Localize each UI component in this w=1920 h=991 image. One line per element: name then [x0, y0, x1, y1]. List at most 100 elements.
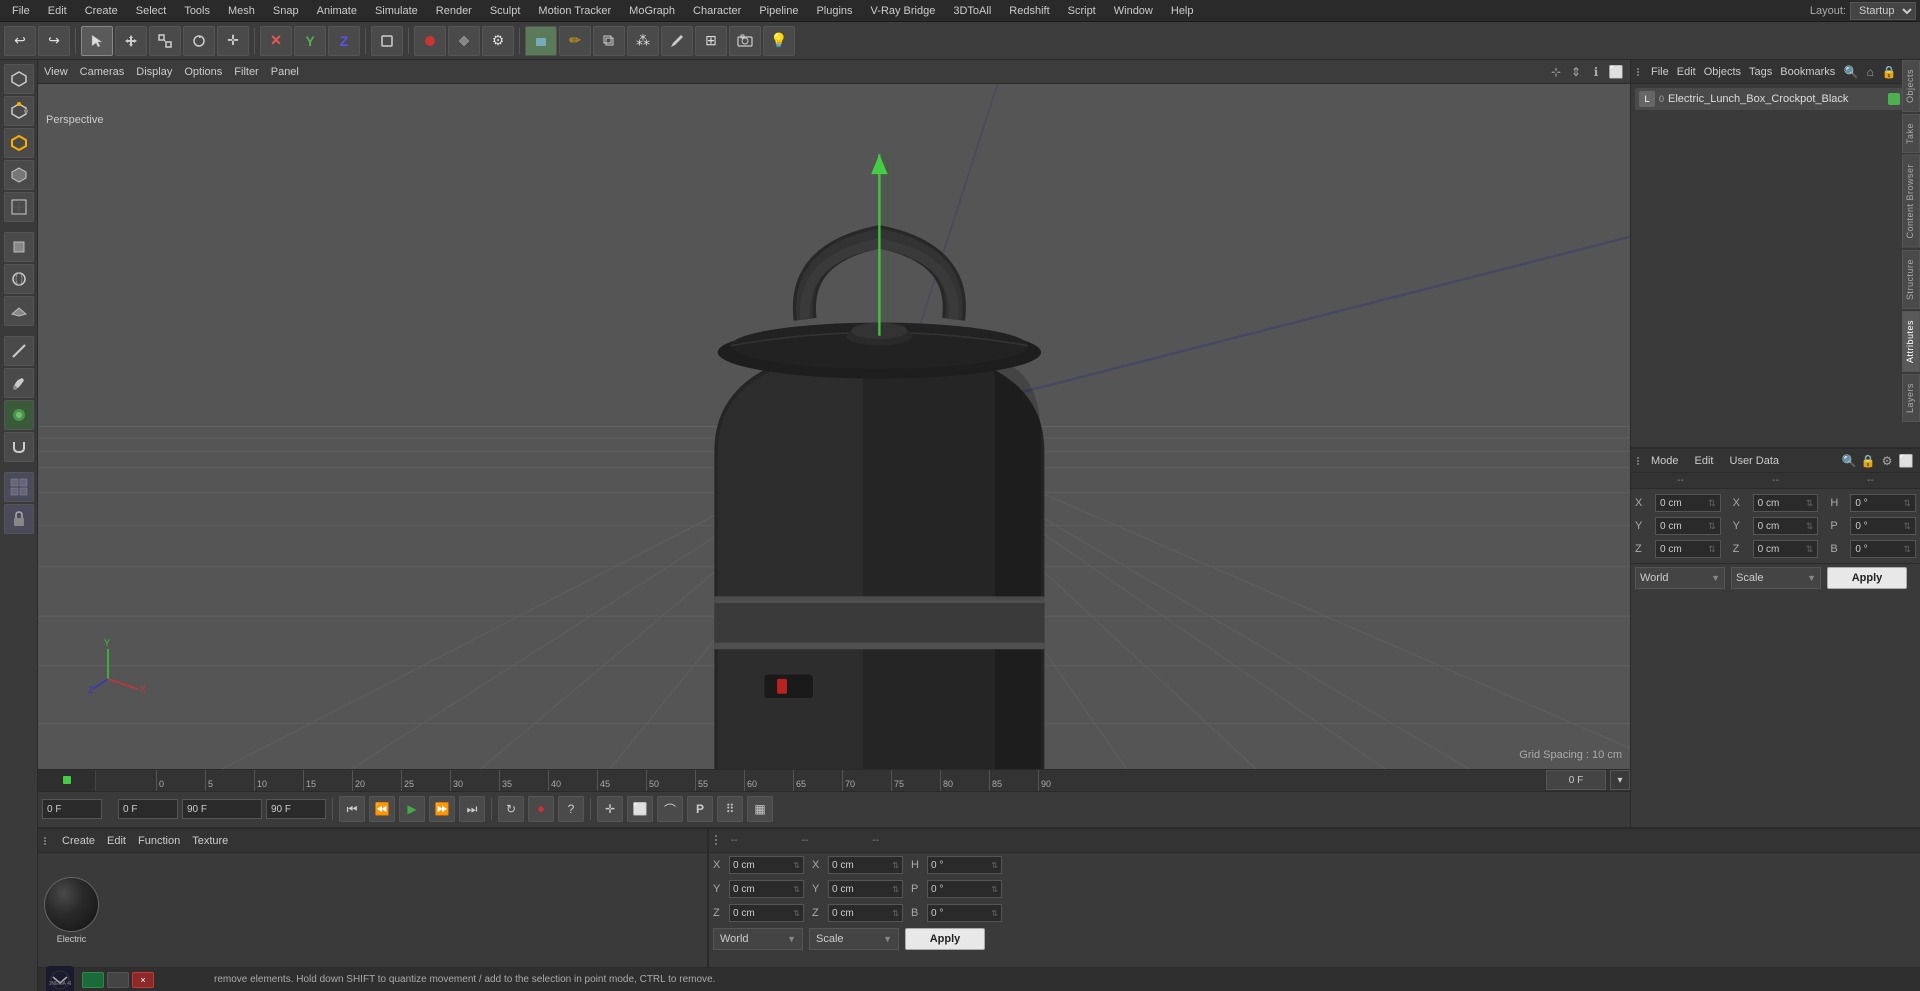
menu-simulate[interactable]: Simulate [367, 3, 426, 19]
attr-h-rot-input[interactable]: 0 ° ⇅ [1850, 494, 1916, 512]
record-button[interactable] [414, 26, 446, 56]
viewport-display-menu[interactable]: Display [136, 66, 172, 78]
side-tab-objects[interactable]: Objects [1902, 60, 1920, 112]
frame-step-button[interactable]: ▾ [1610, 770, 1630, 790]
transform-tool-button[interactable]: ✛ [217, 26, 249, 56]
sidebar-mode-object[interactable] [4, 64, 34, 94]
redo-button[interactable]: ↪ [38, 26, 70, 56]
viewport-options-menu[interactable]: Options [184, 66, 222, 78]
p-button[interactable]: P [687, 796, 713, 822]
attr-stepper-y[interactable]: ⇅ [1708, 521, 1716, 532]
menu-window[interactable]: Window [1106, 3, 1161, 19]
menu-animate[interactable]: Animate [309, 3, 365, 19]
menu-help[interactable]: Help [1163, 3, 1202, 19]
z-axis-button[interactable]: Z [328, 26, 360, 56]
end-frame-input[interactable]: 90 F [182, 799, 262, 819]
undo-button[interactable]: ↩ [4, 26, 36, 56]
close-button[interactable]: × [132, 972, 154, 988]
menu-render[interactable]: Render [428, 3, 480, 19]
side-tab-layers[interactable]: Layers [1902, 374, 1920, 422]
goto-end-button[interactable]: ⏭ [459, 796, 485, 822]
bar-chart-button[interactable]: ▦ [747, 796, 773, 822]
side-tab-content[interactable]: Content Browser [1902, 155, 1920, 248]
objects-menu[interactable]: Objects [1704, 66, 1741, 78]
bookmarks-menu[interactable]: Bookmarks [1780, 66, 1835, 78]
menu-mograph[interactable]: MoGraph [621, 3, 683, 19]
attr-stepper-b[interactable]: ⇅ [1903, 544, 1911, 555]
coord-x-size[interactable]: 0 cm ⇅ [828, 856, 903, 874]
attr-settings-icon[interactable]: ⚙ [1879, 453, 1895, 469]
paint-button[interactable]: ✏ [559, 26, 591, 56]
side-tab-take[interactable]: Take [1902, 114, 1920, 153]
move-tool-button[interactable] [115, 26, 147, 56]
material-create-menu[interactable]: Create [62, 835, 95, 847]
menu-snap[interactable]: Snap [265, 3, 307, 19]
timeline-ruler-marks[interactable]: 0 5 10 15 20 25 30 35 40 45 50 [96, 770, 1087, 791]
coord-h-rot[interactable]: 0 ° ⇅ [927, 856, 1002, 874]
menu-character[interactable]: Character [685, 3, 749, 19]
attributes-edit-menu[interactable]: Edit [1695, 455, 1714, 467]
sidebar-uv-edit[interactable] [4, 192, 34, 222]
side-tab-structure[interactable]: Structure [1902, 250, 1920, 309]
apply-btn-bottom[interactable]: Apply [905, 928, 985, 950]
coord-y-size[interactable]: 0 cm ⇅ [828, 880, 903, 898]
attr-expand-icon[interactable]: ⬜ [1898, 453, 1914, 469]
brush-button[interactable] [661, 26, 693, 56]
menu-motiontracker[interactable]: Motion Tracker [530, 3, 619, 19]
coord-z-pos[interactable]: 0 cm ⇅ [729, 904, 804, 922]
coord-x-pos[interactable]: 0 cm ⇅ [729, 856, 804, 874]
menu-tools[interactable]: Tools [176, 3, 218, 19]
attr-x-rot-input[interactable]: 0 cm ⇅ [1753, 494, 1819, 512]
menu-file[interactable]: File [4, 3, 38, 19]
step-forward-button[interactable]: ⏩ [429, 796, 455, 822]
keyframe-button[interactable] [448, 26, 480, 56]
world-dropdown[interactable]: World ▼ [713, 928, 803, 950]
objects-file-menu[interactable]: File [1651, 66, 1669, 78]
sidebar-mode-points[interactable] [4, 96, 34, 126]
viewport-cameras-menu[interactable]: Cameras [80, 66, 125, 78]
scale-tool-button[interactable] [149, 26, 181, 56]
objects-search-icon[interactable]: 🔍 [1843, 64, 1859, 80]
dots-button[interactable]: ⠿ [717, 796, 743, 822]
attr-search-icon[interactable]: 🔍 [1841, 453, 1857, 469]
menu-pipeline[interactable]: Pipeline [751, 3, 806, 19]
attr-stepper-p[interactable]: ⇅ [1903, 521, 1911, 532]
perspective-view-button[interactable] [525, 26, 557, 56]
step-back-button[interactable]: ⏪ [369, 796, 395, 822]
sidebar-mode-polygons[interactable] [4, 160, 34, 190]
attributes-mode-menu[interactable]: Mode [1651, 449, 1679, 473]
attr-p-rot-input[interactable]: 0 ° ⇅ [1850, 517, 1916, 535]
objects-lock-icon[interactable]: 🔒 [1881, 64, 1897, 80]
attr-b-rot-input[interactable]: 0 ° ⇅ [1850, 540, 1916, 558]
record-mode-button[interactable]: ⏺ [528, 796, 554, 822]
material-edit-menu[interactable]: Edit [107, 835, 126, 847]
minimize-button[interactable] [82, 972, 104, 988]
menu-vray[interactable]: V-Ray Bridge [863, 3, 944, 19]
current-frame-right[interactable]: 0 F [1546, 770, 1606, 790]
sidebar-sculpt-tool[interactable] [4, 400, 34, 430]
objects-home-icon[interactable]: ⌂ [1862, 64, 1878, 80]
viewport-panel-menu[interactable]: Panel [271, 66, 299, 78]
attr-z-rot-input[interactable]: 0 cm ⇅ [1753, 540, 1819, 558]
sidebar-grid-tool[interactable] [4, 472, 34, 502]
attributes-userdata-menu[interactable]: User Data [1730, 455, 1780, 467]
viewport[interactable]: View Cameras Display Options Filter Pane… [38, 60, 1630, 827]
viewport-icon-info[interactable]: ℹ [1588, 64, 1604, 80]
sidebar-sphere-tool[interactable] [4, 264, 34, 294]
sidebar-cube-tool[interactable] [4, 232, 34, 262]
apply-button[interactable]: Apply [1827, 567, 1907, 589]
menu-plugins[interactable]: Plugins [808, 3, 860, 19]
sidebar-plane-tool[interactable] [4, 296, 34, 326]
menu-mesh[interactable]: Mesh [220, 3, 263, 19]
magnet-button[interactable]: ⁂ [627, 26, 659, 56]
menu-redshift[interactable]: Redshift [1001, 3, 1057, 19]
viewport-icon-expand[interactable]: ⬜ [1608, 64, 1624, 80]
viewport-view-menu[interactable]: View [44, 66, 68, 78]
camera-button[interactable] [729, 26, 761, 56]
viewport-icon-arrows[interactable]: ⇕ [1568, 64, 1584, 80]
attr-y-pos-input[interactable]: 0 cm ⇅ [1655, 517, 1721, 535]
attr-stepper-z[interactable]: ⇅ [1708, 544, 1716, 555]
viewport-filter-menu[interactable]: Filter [234, 66, 258, 78]
cube-view-button[interactable] [593, 26, 625, 56]
light-button[interactable]: 💡 [763, 26, 795, 56]
